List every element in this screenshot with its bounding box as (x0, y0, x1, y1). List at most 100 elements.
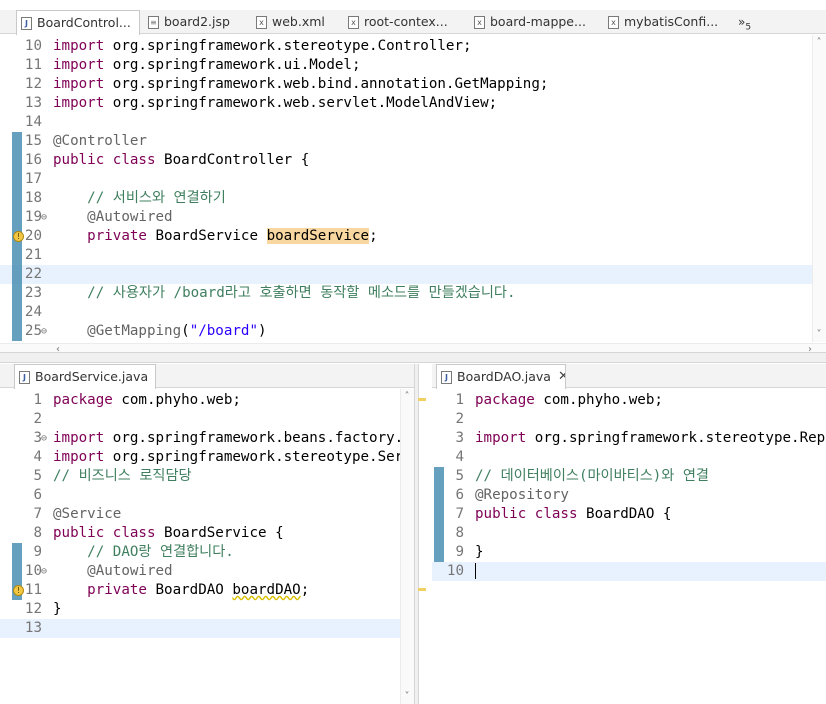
code-line[interactable]: 17 (0, 170, 812, 189)
scroll-down-icon[interactable]: ˅ (813, 329, 825, 340)
code-line[interactable]: 2 (0, 410, 400, 429)
tab-mybatis-config[interactable]: mybatisConfi... (608, 10, 726, 34)
tab-label: mybatisConfi... (624, 14, 719, 29)
code-token: BoardService { (155, 525, 284, 541)
code-line[interactable]: 16 public class BoardController { (0, 151, 812, 170)
code-line[interactable]: 23 // 사용자가 /board라고 호출하면 동작할 메소드를 만들겠습니다… (0, 284, 812, 303)
code-line[interactable]: 5 // 데이터베이스(마이바티스)와 연결 (432, 467, 826, 486)
fold-toggle-icon[interactable]: ⊖ (41, 322, 47, 341)
code-text: // 사용자가 /board라고 호출하면 동작할 메소드를 만들겠습니다. (53, 284, 515, 303)
code-editor-boardservice[interactable]: 1 package com.phyho.web; 2 3 ⊖ import org.spr… (0, 389, 414, 704)
tab-board2-jsp[interactable]: board2.jsp (148, 10, 244, 34)
editor-splitter-horizontal[interactable] (0, 352, 826, 363)
code-token: import (53, 449, 105, 465)
code-text: @Autowired (53, 562, 172, 581)
code-line[interactable]: 4 import org.springframework.stereotype.S… (0, 448, 414, 467)
tab-boardcontroller[interactable]: BoardControl... ✕ (16, 10, 140, 35)
tab-boarddao[interactable]: BoardDAO.java ✕ (436, 364, 566, 389)
code-line[interactable]: 2 (432, 410, 826, 429)
code-line[interactable]: 5 // 비즈니스 로직담당 (0, 467, 400, 486)
code-line[interactable]: 9 // DAO랑 연결합니다. (0, 543, 400, 562)
code-line[interactable]: 22 (0, 265, 812, 284)
fold-toggle-icon[interactable]: ⊖ (41, 208, 47, 227)
tab-web-xml[interactable]: web.xml (256, 10, 340, 34)
code-line[interactable]: 24 (0, 303, 812, 322)
code-editor-boardcontroller[interactable]: 10 import org.springframework.stereotype.… (0, 35, 812, 342)
code-line[interactable]: 10 import org.springframework.stereotype.… (0, 37, 812, 56)
code-line[interactable]: 19 ⊖ @Autowired (0, 208, 812, 227)
code-line[interactable]: 7 public class BoardDAO { (432, 505, 826, 524)
code-line[interactable]: 6 (0, 486, 400, 505)
code-line[interactable]: 12} (0, 600, 400, 619)
fold-toggle-icon[interactable]: ⊖ (41, 429, 47, 448)
vertical-scrollbar[interactable]: ˄ ˅ (400, 389, 414, 704)
code-text: public class BoardService { (53, 524, 284, 543)
close-icon[interactable]: ✕ (558, 365, 565, 389)
line-number: 23 (24, 285, 42, 301)
code-line[interactable]: 15 @Controller (0, 132, 812, 151)
overview-ruler-warning[interactable] (418, 588, 426, 591)
code-line[interactable]: 7 @Service (0, 505, 400, 524)
code-line[interactable]: 3 import org.springframework.stereotype.R… (432, 429, 826, 448)
code-token: org.springframework.stereotype.Controlle… (104, 38, 472, 54)
change-ruler-marker (12, 170, 22, 189)
code-text: @Autowired (53, 208, 172, 227)
code-line[interactable]: 11 import org.springframework.ui.Model; (0, 56, 812, 75)
code-line[interactable]: 6 @Repository (432, 486, 826, 505)
editor-splitter-vertical[interactable] (414, 364, 419, 704)
code-line[interactable]: 9} (432, 543, 826, 562)
overview-ruler-warning[interactable] (418, 398, 426, 401)
change-ruler-marker (434, 467, 444, 486)
code-line[interactable]: 4 (432, 448, 826, 467)
code-line[interactable]: 13 import org.springframework.web.servlet… (0, 94, 812, 113)
code-line[interactable]: 13 (0, 619, 400, 638)
code-editor-boarddao[interactable]: 1 package com.phyho.web; 2 3 import org.spri… (432, 389, 826, 704)
code-text: @Repository (475, 486, 569, 505)
code-token: @Service (53, 506, 122, 522)
scroll-up-icon[interactable]: ˄ (813, 37, 825, 48)
scroll-up-icon[interactable]: ˄ (401, 391, 413, 402)
code-line[interactable]: 21 (0, 246, 812, 265)
change-ruler-marker (12, 189, 22, 208)
code-line[interactable]: 8 (432, 524, 826, 543)
code-token: ( (181, 323, 190, 339)
scroll-down-icon[interactable]: ˅ (401, 691, 413, 702)
code-line[interactable]: ! 20 private BoardService boardService; (0, 227, 812, 246)
top-editor-tabbar: BoardControl... ✕ board2.jsp web.xml roo… (0, 10, 826, 35)
fold-toggle-icon[interactable]: ⊖ (41, 562, 47, 581)
code-line[interactable]: 10 (432, 562, 826, 581)
code-line[interactable]: 3 ⊖ import org.springframework.beans.facto… (0, 429, 414, 448)
code-line[interactable]: 25 ⊖ @GetMapping("/board") (0, 322, 812, 341)
code-token: // DAO랑 연결합니다. (87, 544, 234, 560)
code-line[interactable]: 1 package com.phyho.web; (0, 391, 400, 410)
code-text: @Service (53, 505, 121, 524)
code-token: @GetMapping (87, 323, 182, 339)
line-number: 1 (33, 392, 42, 408)
code-token: BoardController { (155, 152, 310, 168)
change-ruler-marker (434, 486, 444, 505)
code-token: org.springframework.ui.Model; (104, 57, 361, 73)
code-line[interactable]: 18 // 서비스와 연결하기 (0, 189, 812, 208)
tab-boardservice[interactable]: BoardService.java ✕ (14, 364, 156, 389)
code-line[interactable]: 14 (0, 113, 812, 132)
tab-root-context[interactable]: root-contex... (348, 10, 460, 34)
code-line[interactable]: 8 public class BoardService { (0, 524, 400, 543)
tab-board-mapper[interactable]: board-mappe... (474, 10, 594, 34)
line-number: 21 (24, 247, 42, 263)
code-token: com.phyho.web; (534, 392, 663, 408)
close-icon[interactable]: ✕ (138, 11, 139, 35)
code-text: private BoardService boardService; (53, 227, 378, 246)
change-ruler-marker (12, 265, 22, 284)
code-line[interactable]: 12 import org.springframework.web.bind.an… (0, 75, 812, 94)
vertical-scrollbar[interactable]: ˄ ˅ (812, 35, 826, 342)
close-icon[interactable]: ✕ (155, 365, 156, 389)
code-line[interactable]: 1 package com.phyho.web; (432, 391, 826, 410)
code-line[interactable]: 10 ⊖ @Autowired (0, 562, 400, 581)
code-line[interactable]: ! 11 private BoardDAO boardDAO; (0, 581, 400, 600)
xml-file-icon (256, 15, 267, 29)
code-token: boardService (266, 228, 370, 244)
tab-overflow-button[interactable]: »5 (738, 10, 751, 34)
code-token: import (53, 76, 105, 92)
line-number: 13 (24, 620, 42, 636)
